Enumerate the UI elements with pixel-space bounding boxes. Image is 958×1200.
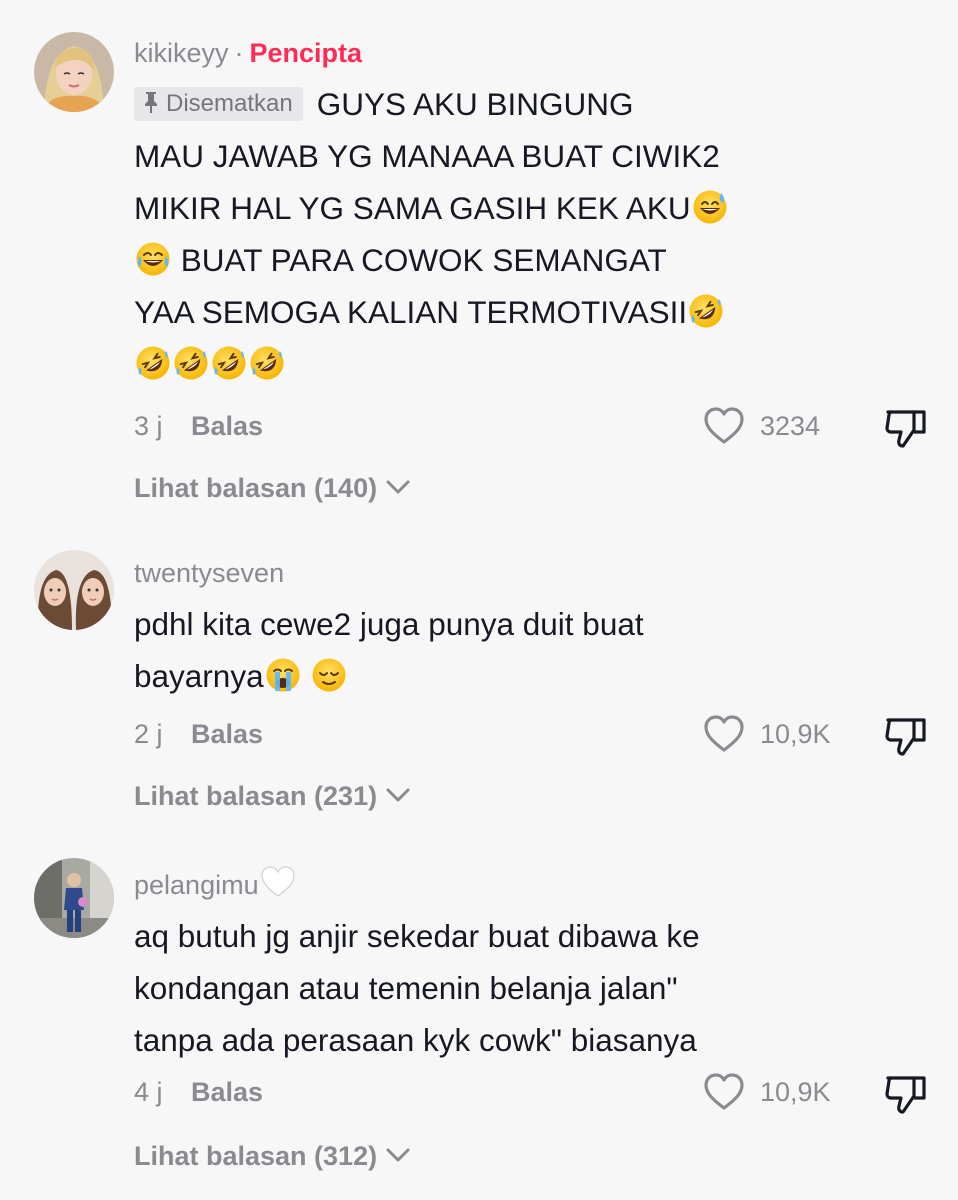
- rofl-emoji: [249, 345, 285, 381]
- creator-badge: Pencipta: [249, 38, 363, 68]
- reply-button[interactable]: Balas: [191, 1072, 263, 1112]
- chevron-down-icon: [386, 1148, 410, 1162]
- view-replies-button[interactable]: Lihat balasan (312): [134, 1138, 411, 1174]
- pinned-label: Disematkan: [166, 90, 293, 117]
- comment-line: BUAT PARA COWOK SEMANGAT: [180, 242, 667, 278]
- relieved-emoji: [311, 657, 347, 693]
- view-replies-label: Lihat balasan (140): [134, 473, 378, 503]
- comment-line: bayarnya: [134, 658, 264, 694]
- rofl-emoji: [135, 345, 171, 381]
- loudly-crying-emoji: [265, 657, 301, 693]
- view-replies-button[interactable]: Lihat balasan (140): [134, 470, 411, 506]
- rofl-emoji: [688, 293, 725, 329]
- joy-emoji: [135, 241, 171, 277]
- timestamp: 4 j: [134, 1077, 163, 1107]
- heart-outline-icon[interactable]: [702, 714, 746, 754]
- view-replies-label: Lihat balasan (231): [134, 781, 378, 811]
- white-heart-emoji: [260, 864, 296, 900]
- chevron-down-icon: [386, 788, 410, 802]
- comment-line: YAA SEMOGA KALIAN TERMOTIVASII: [134, 294, 688, 330]
- comment-text: Disematkan GUYS AKU BINGUNG MAU JAWAB YG …: [134, 78, 928, 390]
- username[interactable]: twentyseven: [134, 558, 284, 588]
- chevron-down-icon: [386, 480, 410, 494]
- heart-outline-icon[interactable]: [702, 1072, 746, 1112]
- comment-line: pdhl kita cewe2 juga punya duit buat: [134, 606, 644, 642]
- thumbs-down-icon[interactable]: [884, 1072, 928, 1116]
- comment-line: kondangan atau temenin belanja jalan": [134, 970, 678, 1006]
- thumbs-down-icon[interactable]: [884, 406, 928, 450]
- rofl-emoji: [211, 345, 247, 381]
- comment-text: pdhl kita cewe2 juga punya duit buat bay…: [134, 598, 928, 702]
- comment-actions: 2 j Balas 10,9K: [134, 714, 928, 756]
- thumbs-down-icon[interactable]: [884, 714, 928, 758]
- sweat-smile-emoji: [692, 189, 728, 225]
- timestamp: 3 j: [134, 411, 163, 441]
- comment-header: pelangimu: [134, 864, 928, 902]
- like-count: 10,9K: [760, 1077, 831, 1107]
- username[interactable]: pelangimu: [134, 870, 259, 900]
- avatar[interactable]: [34, 32, 114, 112]
- reply-button[interactable]: Balas: [191, 714, 263, 754]
- avatar[interactable]: [34, 550, 114, 630]
- comment-line: tanpa ada perasaan kyk cowk" biasanya: [134, 1022, 697, 1058]
- heart-outline-icon[interactable]: [702, 406, 746, 446]
- separator-dot: ·: [234, 38, 244, 68]
- comment-actions: 3 j Balas 3234: [134, 406, 928, 448]
- username[interactable]: kikikeyy: [134, 38, 229, 68]
- comment-line: GUYS AKU BINGUNG: [316, 86, 634, 122]
- view-replies-label: Lihat balasan (312): [134, 1141, 378, 1171]
- reply-button[interactable]: Balas: [191, 406, 263, 446]
- timestamp: 2 j: [134, 719, 163, 749]
- comment-line: MIKIR HAL YG SAMA GASIH KEK AKU: [134, 190, 691, 226]
- pin-icon: [145, 92, 157, 113]
- comment-line: MAU JAWAB YG MANAAA BUAT CIWIK2: [134, 138, 720, 174]
- pinned-badge: Disematkan: [134, 87, 303, 121]
- rofl-emoji: [173, 345, 209, 381]
- comment-actions: 4 j Balas 10,9K: [134, 1072, 928, 1114]
- comment-text: aq butuh jg anjir sekedar buat dibawa ke…: [134, 910, 928, 1066]
- like-count: 3234: [760, 411, 821, 441]
- comment-header: twentyseven: [134, 556, 928, 590]
- like-count: 10,9K: [760, 719, 831, 749]
- comment-header: kikikeyy · Pencipta: [134, 36, 928, 70]
- view-replies-button[interactable]: Lihat balasan (231): [134, 778, 411, 814]
- comment-line: aq butuh jg anjir sekedar buat dibawa ke: [134, 918, 700, 954]
- avatar[interactable]: [34, 858, 114, 938]
